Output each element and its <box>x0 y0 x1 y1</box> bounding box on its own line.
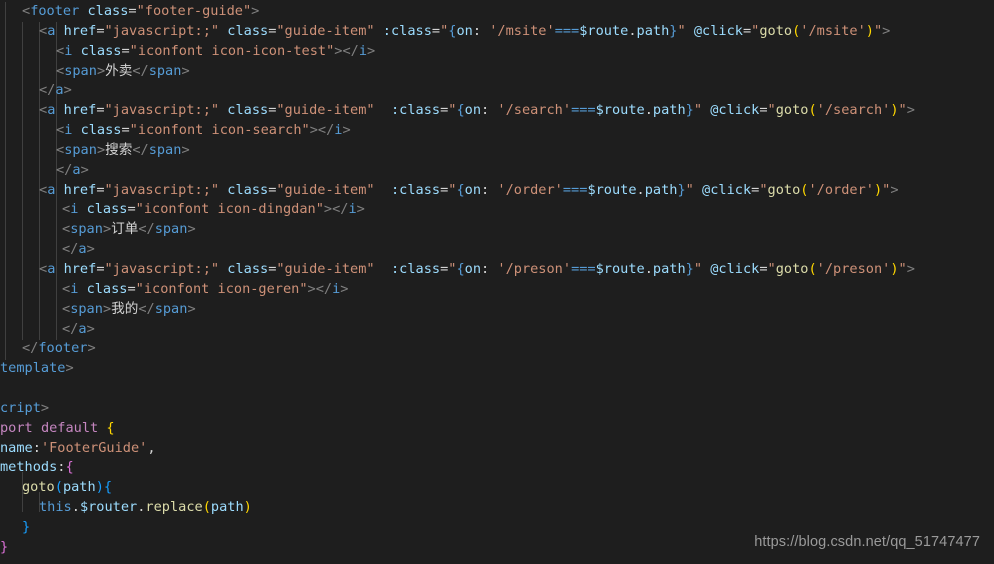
code-line[interactable]: <a href="javascript:;" class="guide-item… <box>0 260 994 280</box>
code-line[interactable]: </a> <box>0 161 994 181</box>
code-editor-view: <footer class="footer-guide"> <a href="j… <box>0 0 994 564</box>
code-line[interactable]: cript> <box>0 399 994 419</box>
code-line[interactable]: <i class="iconfont icon-geren"></i> <box>0 280 994 300</box>
code-line[interactable]: template> <box>0 359 994 379</box>
code-text-surface[interactable]: <footer class="footer-guide"> <a href="j… <box>0 2 994 562</box>
code-line[interactable]: methods:{ <box>0 458 994 478</box>
code-line[interactable]: <a href="javascript:;" class="guide-item… <box>0 101 994 121</box>
code-line[interactable]: <a href="javascript:;" class="guide-item… <box>0 181 994 201</box>
code-line[interactable]: <i class="iconfont icon-dingdan"></i> <box>0 200 994 220</box>
code-line[interactable]: <span>我的</span> <box>0 300 994 320</box>
watermark-text: https://blog.csdn.net/qq_51747477 <box>754 534 980 551</box>
code-line[interactable]: this.$router.replace(path) <box>0 498 994 518</box>
code-line[interactable]: <a href="javascript:;" class="guide-item… <box>0 22 994 42</box>
code-line[interactable]: </footer> <box>0 339 994 359</box>
code-line[interactable]: <i class="iconfont icon-search"></i> <box>0 121 994 141</box>
code-line[interactable]: </a> <box>0 320 994 340</box>
code-line[interactable]: name:'FooterGuide', <box>0 439 994 459</box>
code-line[interactable]: port default { <box>0 419 994 439</box>
code-line[interactable]: <span>外卖</span> <box>0 62 994 82</box>
code-line[interactable]: <i class="iconfont icon-icon-test"></i> <box>0 42 994 62</box>
code-line[interactable]: <span>订单</span> <box>0 220 994 240</box>
code-line[interactable]: </a> <box>0 81 994 101</box>
code-line[interactable]: <span>搜索</span> <box>0 141 994 161</box>
code-line[interactable]: <footer class="footer-guide"> <box>0 2 994 22</box>
code-line[interactable]: </a> <box>0 240 994 260</box>
code-line[interactable]: goto(path){ <box>0 478 994 498</box>
code-line-blank[interactable] <box>0 379 994 399</box>
